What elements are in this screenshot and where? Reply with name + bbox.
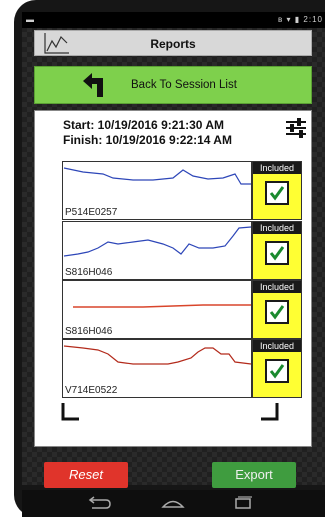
sensor-plot: P514E0257 bbox=[62, 161, 252, 220]
app-screen: ▬ ʙ ▾ ▮ 2:10 Reports Back To Session Lis… bbox=[22, 12, 325, 485]
back-to-session-list-button[interactable]: Back To Session List bbox=[34, 66, 312, 104]
back-button-label: Back To Session List bbox=[131, 79, 237, 91]
status-right: ʙ ▾ ▮ 2:10 bbox=[278, 15, 323, 24]
included-toggle[interactable]: Included bbox=[252, 280, 302, 339]
battery-icon: ▮ bbox=[294, 15, 301, 24]
sensor-row: S816H046 Included bbox=[62, 221, 302, 280]
range-start-marker-icon[interactable] bbox=[61, 403, 81, 421]
sensor-id: V714E0522 bbox=[65, 385, 118, 396]
included-checkbox[interactable] bbox=[265, 181, 289, 205]
sensor-row: S816H046 Included bbox=[62, 280, 302, 339]
android-nav-bar bbox=[22, 490, 325, 517]
recent-apps-nav-icon[interactable] bbox=[228, 494, 258, 512]
check-icon bbox=[269, 364, 285, 379]
sliders-icon[interactable] bbox=[284, 117, 308, 139]
session-start-time: Start: 10/19/2016 9:21:30 AM bbox=[63, 118, 224, 132]
back-arrow-icon bbox=[83, 73, 103, 97]
included-label: Included bbox=[253, 222, 301, 234]
included-toggle[interactable]: Included bbox=[252, 161, 302, 220]
check-icon bbox=[269, 305, 285, 320]
included-checkbox[interactable] bbox=[265, 359, 289, 383]
sensor-row: V714E0522 Included bbox=[62, 339, 302, 398]
sensor-plot: S816H046 bbox=[62, 280, 252, 339]
included-checkbox[interactable] bbox=[265, 241, 289, 265]
sensor-plot: S816H046 bbox=[62, 221, 252, 280]
back-nav-icon[interactable] bbox=[84, 494, 114, 512]
page-title: Reports bbox=[150, 37, 196, 51]
device: ▬ ʙ ▾ ▮ 2:10 Reports Back To Session Lis… bbox=[0, 0, 325, 517]
reset-button[interactable]: Reset bbox=[44, 462, 128, 488]
range-end-marker-icon[interactable] bbox=[259, 403, 279, 421]
included-label: Included bbox=[253, 162, 301, 174]
included-checkbox[interactable] bbox=[265, 300, 289, 324]
export-button[interactable]: Export bbox=[212, 462, 296, 488]
included-toggle[interactable]: Included bbox=[252, 221, 302, 280]
sensor-row: P514E0257 Included bbox=[62, 161, 302, 220]
included-label: Included bbox=[253, 281, 301, 293]
check-icon bbox=[269, 186, 285, 201]
sensor-id: S816H046 bbox=[65, 267, 113, 278]
included-toggle[interactable]: Included bbox=[252, 339, 302, 398]
report-panel: Start: 10/19/2016 9:21:30 AM Finish: 10/… bbox=[34, 110, 312, 447]
sensor-id: S816H046 bbox=[65, 326, 113, 337]
wifi-icon: ▾ bbox=[286, 15, 292, 24]
included-label: Included bbox=[253, 340, 301, 352]
header-bar: Reports bbox=[34, 30, 312, 56]
bluetooth-icon: ʙ bbox=[278, 15, 284, 24]
check-icon bbox=[269, 246, 285, 261]
status-bar: ▬ ʙ ▾ ▮ 2:10 bbox=[22, 12, 325, 28]
session-finish-time: Finish: 10/19/2016 9:22:14 AM bbox=[63, 133, 232, 147]
home-nav-icon[interactable] bbox=[158, 494, 188, 512]
sensor-id: P514E0257 bbox=[65, 207, 118, 218]
status-time: 2:10 bbox=[303, 15, 323, 24]
sensor-plot: V714E0522 bbox=[62, 339, 252, 398]
notification-icon: ▬ bbox=[26, 15, 34, 24]
